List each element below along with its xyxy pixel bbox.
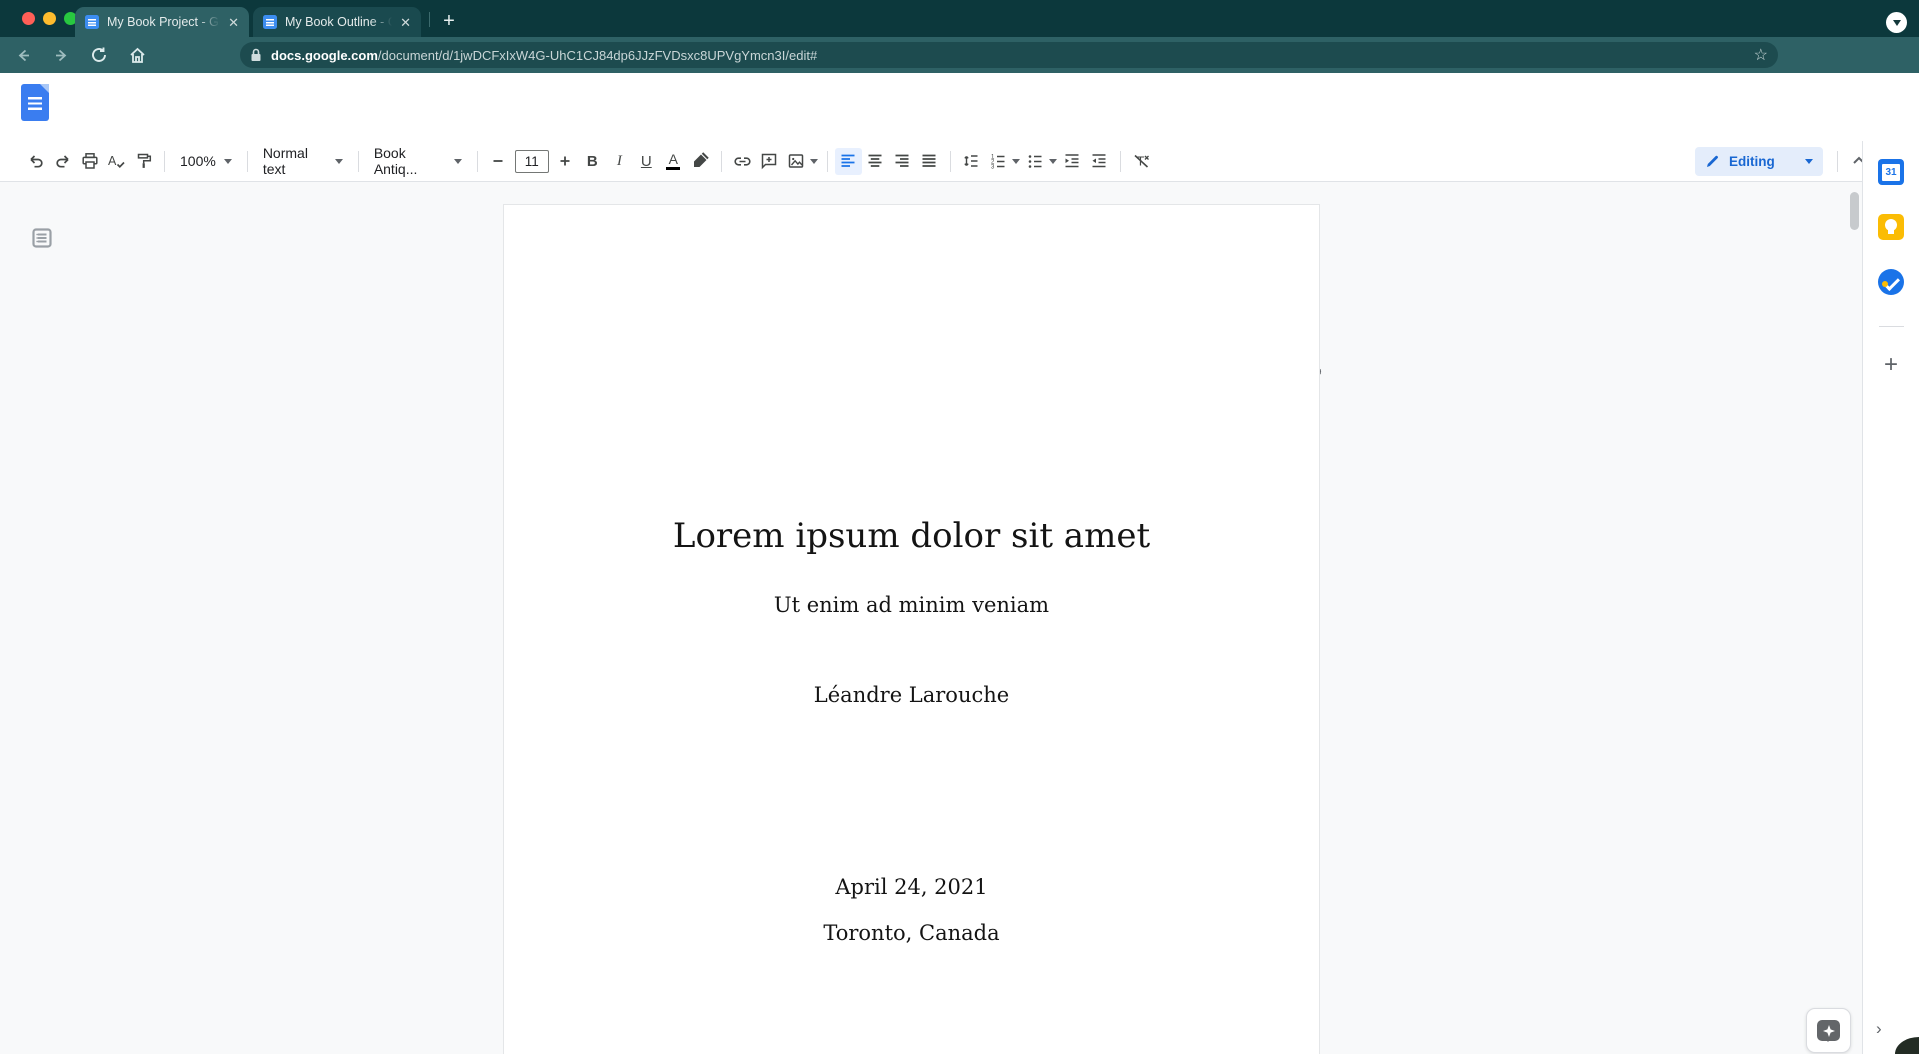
close-window-button[interactable]: [22, 12, 35, 25]
clear-formatting-icon[interactable]: T: [1128, 148, 1155, 175]
text-color-icon[interactable]: A: [660, 148, 687, 175]
google-calendar-icon[interactable]: 31: [1877, 158, 1905, 186]
google-docs-logo-icon[interactable]: [21, 84, 49, 121]
underline-icon[interactable]: U: [633, 148, 660, 175]
tab-title: My Book Outline - Google Docs: [285, 15, 392, 29]
document-page[interactable]: Lorem ipsum dolor sit amet Ut enim ad mi…: [503, 204, 1320, 1054]
tab-search-button[interactable]: [1886, 12, 1907, 33]
browser-tab-strip: My Book Project - Google Docs ✕ My Book …: [0, 0, 1919, 37]
reload-icon[interactable]: [84, 40, 114, 70]
document-canvas: 21 12345678910111213141516171819 Lorem i…: [0, 182, 1862, 1054]
tab-divider: [429, 12, 430, 27]
document-location-text: Toronto, Canada: [504, 921, 1319, 945]
bulleted-list-icon[interactable]: [1022, 148, 1049, 175]
highlight-color-icon[interactable]: [687, 148, 714, 175]
svg-text:A: A: [108, 154, 117, 168]
insert-link-icon[interactable]: [729, 148, 756, 175]
undo-icon[interactable]: [22, 148, 49, 175]
docs-toolbar: A 100% Normal text Book Antiq... 11 B I …: [0, 141, 1919, 182]
explore-button[interactable]: [1806, 1008, 1851, 1053]
increase-indent-icon[interactable]: [1086, 148, 1113, 175]
paragraph-style-select[interactable]: Normal text: [255, 148, 351, 175]
font-family-value: Book Antiq...: [374, 145, 446, 177]
lock-icon: [250, 48, 262, 62]
zoom-select[interactable]: 100%: [172, 148, 240, 175]
chevron-down-icon[interactable]: [1049, 159, 1057, 168]
font-size-field[interactable]: 11: [515, 150, 549, 173]
editing-mode-button[interactable]: Editing: [1695, 147, 1823, 176]
minimize-window-button[interactable]: [43, 12, 56, 25]
zoom-value: 100%: [180, 153, 216, 169]
url-text: docs.google.com/document/d/1jwDCFxIxW4G-…: [271, 48, 817, 63]
url-path: /document/d/1jwDCFxIxW4G-UhC1CJ84dp6JJzF…: [378, 48, 817, 63]
line-spacing-icon[interactable]: [958, 148, 985, 175]
back-icon[interactable]: [8, 40, 38, 70]
chevron-down-icon: [454, 159, 462, 168]
align-justify-icon[interactable]: [916, 148, 943, 175]
forward-icon[interactable]: [46, 40, 76, 70]
tab-my-book-outline[interactable]: My Book Outline - Google Docs ✕: [253, 7, 421, 37]
align-right-icon[interactable]: [889, 148, 916, 175]
insert-image-icon[interactable]: [783, 148, 810, 175]
google-tasks-icon[interactable]: [1877, 268, 1905, 296]
tab-title: My Book Project - Google Docs: [107, 15, 220, 29]
add-comment-icon[interactable]: [756, 148, 783, 175]
chevron-down-icon: [224, 159, 232, 168]
explore-icon: [1817, 1020, 1840, 1041]
editing-mode-label: Editing: [1729, 154, 1796, 169]
font-family-select[interactable]: Book Antiq...: [366, 148, 470, 175]
document-subtitle-text: Ut enim ad minim veniam: [504, 593, 1319, 617]
decrease-indent-icon[interactable]: [1059, 148, 1086, 175]
get-add-ons-icon[interactable]: +: [1884, 351, 1898, 379]
google-docs-favicon: [263, 15, 277, 29]
calendar-day-label: 31: [1882, 164, 1900, 181]
increase-font-size-icon[interactable]: [552, 148, 579, 175]
chevron-down-icon[interactable]: [810, 159, 818, 168]
bookmark-star-icon[interactable]: ☆: [1754, 45, 1768, 65]
redo-icon[interactable]: [49, 148, 76, 175]
chevron-down-icon: [1805, 159, 1813, 168]
docs-header: My Book Project ☆ FileEditViewInsertForm…: [0, 73, 1919, 141]
align-left-icon[interactable]: [835, 148, 862, 175]
print-icon[interactable]: [76, 148, 103, 175]
new-tab-button[interactable]: +: [436, 8, 462, 34]
align-center-icon[interactable]: [862, 148, 889, 175]
pencil-icon: [1705, 154, 1720, 169]
paragraph-style-value: Normal text: [263, 145, 327, 177]
collapse-sidebar-icon[interactable]: ›: [1876, 1019, 1882, 1039]
google-docs-favicon: [85, 15, 99, 29]
svg-text:3: 3: [991, 165, 995, 171]
window-controls: [22, 12, 77, 25]
tab-close-icon[interactable]: ✕: [228, 16, 239, 29]
decrease-font-size-icon[interactable]: [485, 148, 512, 175]
chevron-down-icon: [335, 159, 343, 168]
numbered-list-icon[interactable]: 123: [985, 148, 1012, 175]
document-date-text: April 24, 2021: [504, 875, 1319, 899]
google-keep-icon[interactable]: [1877, 213, 1905, 241]
companion-sidebar: 31 + ›: [1862, 141, 1919, 1054]
spelling-check-icon[interactable]: A: [103, 148, 130, 175]
paint-format-icon[interactable]: [130, 148, 157, 175]
home-icon[interactable]: [122, 40, 152, 70]
chevron-down-icon[interactable]: [1012, 159, 1020, 168]
italic-icon[interactable]: I: [606, 148, 633, 175]
show-document-outline-icon[interactable]: [31, 227, 53, 249]
url-omnibox[interactable]: docs.google.com/document/d/1jwDCFxIxW4G-…: [240, 42, 1778, 68]
vertical-scrollbar-thumb[interactable]: [1850, 192, 1859, 230]
url-host: docs.google.com: [271, 48, 378, 63]
bold-icon[interactable]: B: [579, 148, 606, 175]
sidebar-divider: [1879, 326, 1904, 327]
tab-my-book-project[interactable]: My Book Project - Google Docs ✕: [75, 7, 249, 37]
browser-address-bar: docs.google.com/document/d/1jwDCFxIxW4G-…: [0, 37, 1919, 73]
document-title-text: Lorem ipsum dolor sit amet: [504, 205, 1319, 556]
chevron-down-icon: [1893, 20, 1901, 30]
document-author-text: Léandre Larouche: [504, 683, 1319, 707]
tab-close-icon[interactable]: ✕: [400, 16, 411, 29]
